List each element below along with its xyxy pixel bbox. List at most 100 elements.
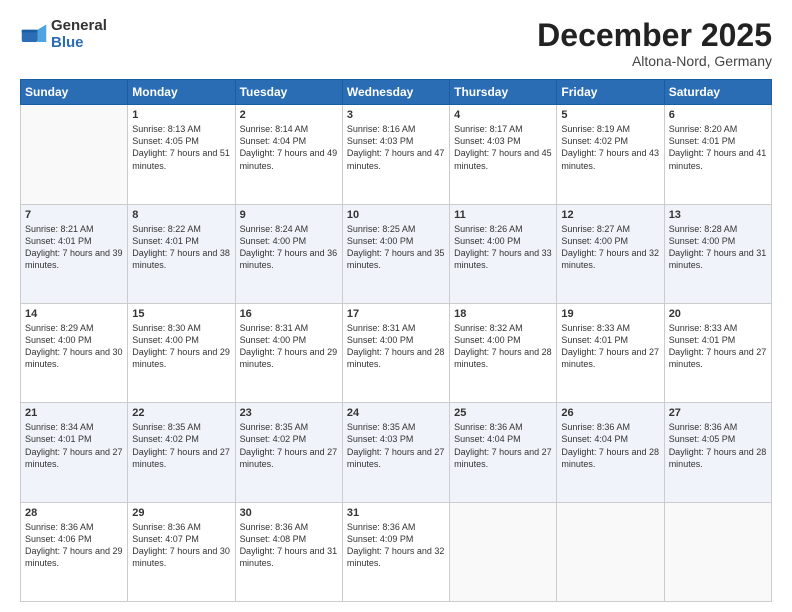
- day-number: 2: [240, 109, 338, 121]
- calendar-cell-3-6: 27Sunrise: 8:36 AMSunset: 4:05 PMDayligh…: [664, 403, 771, 502]
- calendar-cell-4-4: [450, 502, 557, 601]
- day-number: 30: [240, 507, 338, 519]
- day-number: 21: [25, 407, 123, 419]
- calendar-cell-2-5: 19 Sunrise: 8:33 AMSunset: 4:01 PMDayligh…: [557, 303, 664, 402]
- header-wednesday: Wednesday: [342, 80, 449, 105]
- calendar-cell-0-1: 1 Sunrise: 8:13 AMSunset: 4:05 PMDaylight…: [128, 105, 235, 204]
- day-info: Sunrise: 8:36 AMSunset: 4:06 PMDaylight:…: [25, 521, 123, 570]
- day-info: Sunrise: 8:33 AMSunset: 4:01 PMDaylight:…: [669, 322, 767, 371]
- day-info: Sunrise: 8:31 AMSunset: 4:00 PMDaylight:…: [347, 322, 445, 371]
- calendar-row-1: 7 Sunrise: 8:21 AMSunset: 4:01 PMDaylight…: [21, 204, 772, 303]
- day-info: Sunrise: 8:14 AMSunset: 4:04 PMDaylight:…: [240, 123, 338, 172]
- calendar-cell-0-0: [21, 105, 128, 204]
- day-number: 10: [347, 209, 445, 221]
- location-subtitle: Altona-Nord, Germany: [537, 53, 772, 69]
- header-thursday: Thursday: [450, 80, 557, 105]
- day-number: 9: [240, 209, 338, 221]
- month-title: December 2025: [537, 18, 772, 53]
- day-info: Sunrise: 8:21 AMSunset: 4:01 PMDaylight:…: [25, 223, 123, 272]
- day-number: 29: [132, 507, 230, 519]
- weekday-header-row: Sunday Monday Tuesday Wednesday Thursday…: [21, 80, 772, 105]
- day-info: Sunrise: 8:33 AMSunset: 4:01 PMDaylight:…: [561, 322, 659, 371]
- logo-blue-text: Blue: [51, 35, 107, 52]
- calendar-cell-3-0: 21 Sunrise: 8:34 AMSunset: 4:01 PMDayligh…: [21, 403, 128, 502]
- day-info: Sunrise: 8:36 AMSunset: 4:09 PMDaylight:…: [347, 521, 445, 570]
- calendar-cell-0-4: 4 Sunrise: 8:17 AMSunset: 4:03 PMDaylight…: [450, 105, 557, 204]
- calendar-cell-4-3: 31 Sunrise: 8:36 AMSunset: 4:09 PMDayligh…: [342, 502, 449, 601]
- calendar-cell-4-6: [664, 502, 771, 601]
- calendar-cell-3-3: 24 Sunrise: 8:35 AMSunset: 4:03 PMDayligh…: [342, 403, 449, 502]
- day-number: 3: [347, 109, 445, 121]
- logo-icon: [20, 21, 48, 49]
- day-info: Sunrise: 8:35 AMSunset: 4:03 PMDaylight:…: [347, 421, 445, 470]
- day-number: 8: [132, 209, 230, 221]
- day-number: 24: [347, 407, 445, 419]
- day-info: Sunrise: 8:17 AMSunset: 4:03 PMDaylight:…: [454, 123, 552, 172]
- logo-general-text: General: [51, 18, 107, 35]
- day-info: Sunrise: 8:20 AMSunset: 4:01 PMDaylight:…: [669, 123, 767, 172]
- day-info: Sunrise: 8:36 AMSunset: 4:04 PMDaylight:…: [561, 421, 659, 470]
- day-info: Sunrise: 8:13 AMSunset: 4:05 PMDaylight:…: [132, 123, 230, 172]
- header-saturday: Saturday: [664, 80, 771, 105]
- calendar-cell-1-2: 9 Sunrise: 8:24 AMSunset: 4:00 PMDaylight…: [235, 204, 342, 303]
- day-number: 7: [25, 209, 123, 221]
- calendar-cell-4-5: [557, 502, 664, 601]
- day-number: 23: [240, 407, 338, 419]
- day-number: 4: [454, 109, 552, 121]
- header-sunday: Sunday: [21, 80, 128, 105]
- calendar-cell-3-4: 25 Sunrise: 8:36 AMSunset: 4:04 PMDayligh…: [450, 403, 557, 502]
- header-monday: Monday: [128, 80, 235, 105]
- day-info: Sunrise: 8:34 AMSunset: 4:01 PMDaylight:…: [25, 421, 123, 470]
- day-info: Sunrise: 8:28 AMSunset: 4:00 PMDaylight:…: [669, 223, 767, 272]
- day-info: Sunrise: 8:36 AMSunset: 4:08 PMDaylight:…: [240, 521, 338, 570]
- calendar-cell-3-5: 26 Sunrise: 8:36 AMSunset: 4:04 PMDayligh…: [557, 403, 664, 502]
- day-number: 14: [25, 308, 123, 320]
- day-info: Sunrise: 8:24 AMSunset: 4:00 PMDaylight:…: [240, 223, 338, 272]
- day-info: Sunrise: 8:31 AMSunset: 4:00 PMDaylight:…: [240, 322, 338, 371]
- day-number: 15: [132, 308, 230, 320]
- calendar-cell-0-5: 5 Sunrise: 8:19 AMSunset: 4:02 PMDaylight…: [557, 105, 664, 204]
- header-tuesday: Tuesday: [235, 80, 342, 105]
- day-number: 27: [669, 407, 767, 419]
- calendar-cell-2-3: 17Sunrise: 8:31 AMSunset: 4:00 PMDayligh…: [342, 303, 449, 402]
- day-number: 26: [561, 407, 659, 419]
- calendar-cell-0-6: 6 Sunrise: 8:20 AMSunset: 4:01 PMDaylight…: [664, 105, 771, 204]
- day-info: Sunrise: 8:19 AMSunset: 4:02 PMDaylight:…: [561, 123, 659, 172]
- calendar-row-4: 28Sunrise: 8:36 AMSunset: 4:06 PMDayligh…: [21, 502, 772, 601]
- calendar-page: General Blue December 2025 Altona-Nord, …: [0, 0, 792, 612]
- day-number: 19: [561, 308, 659, 320]
- day-number: 11: [454, 209, 552, 221]
- calendar-cell-0-3: 3 Sunrise: 8:16 AMSunset: 4:03 PMDaylight…: [342, 105, 449, 204]
- day-info: Sunrise: 8:35 AMSunset: 4:02 PMDaylight:…: [240, 421, 338, 470]
- day-info: Sunrise: 8:36 AMSunset: 4:07 PMDaylight:…: [132, 521, 230, 570]
- day-info: Sunrise: 8:30 AMSunset: 4:00 PMDaylight:…: [132, 322, 230, 371]
- calendar-cell-1-5: 12Sunrise: 8:27 AMSunset: 4:00 PMDayligh…: [557, 204, 664, 303]
- logo-text: General Blue: [51, 18, 107, 51]
- header: General Blue December 2025 Altona-Nord, …: [20, 18, 772, 69]
- calendar-cell-4-0: 28Sunrise: 8:36 AMSunset: 4:06 PMDayligh…: [21, 502, 128, 601]
- day-number: 1: [132, 109, 230, 121]
- day-info: Sunrise: 8:27 AMSunset: 4:00 PMDaylight:…: [561, 223, 659, 272]
- day-number: 22: [132, 407, 230, 419]
- day-number: 16: [240, 308, 338, 320]
- day-number: 25: [454, 407, 552, 419]
- calendar-cell-4-1: 29 Sunrise: 8:36 AMSunset: 4:07 PMDayligh…: [128, 502, 235, 601]
- day-number: 6: [669, 109, 767, 121]
- calendar-cell-2-0: 14 Sunrise: 8:29 AMSunset: 4:00 PMDayligh…: [21, 303, 128, 402]
- calendar-table: Sunday Monday Tuesday Wednesday Thursday…: [20, 79, 772, 602]
- day-number: 31: [347, 507, 445, 519]
- calendar-cell-3-1: 22Sunrise: 8:35 AMSunset: 4:02 PMDayligh…: [128, 403, 235, 502]
- day-number: 13: [669, 209, 767, 221]
- day-info: Sunrise: 8:32 AMSunset: 4:00 PMDaylight:…: [454, 322, 552, 371]
- day-number: 5: [561, 109, 659, 121]
- day-info: Sunrise: 8:29 AMSunset: 4:00 PMDaylight:…: [25, 322, 123, 371]
- day-info: Sunrise: 8:36 AMSunset: 4:04 PMDaylight:…: [454, 421, 552, 470]
- day-info: Sunrise: 8:26 AMSunset: 4:00 PMDaylight:…: [454, 223, 552, 272]
- calendar-cell-4-2: 30 Sunrise: 8:36 AMSunset: 4:08 PMDayligh…: [235, 502, 342, 601]
- calendar-cell-2-4: 18Sunrise: 8:32 AMSunset: 4:00 PMDayligh…: [450, 303, 557, 402]
- day-info: Sunrise: 8:16 AMSunset: 4:03 PMDaylight:…: [347, 123, 445, 172]
- day-number: 20: [669, 308, 767, 320]
- day-info: Sunrise: 8:22 AMSunset: 4:01 PMDaylight:…: [132, 223, 230, 272]
- calendar-cell-1-1: 8 Sunrise: 8:22 AMSunset: 4:01 PMDaylight…: [128, 204, 235, 303]
- calendar-cell-1-4: 11 Sunrise: 8:26 AMSunset: 4:00 PMDayligh…: [450, 204, 557, 303]
